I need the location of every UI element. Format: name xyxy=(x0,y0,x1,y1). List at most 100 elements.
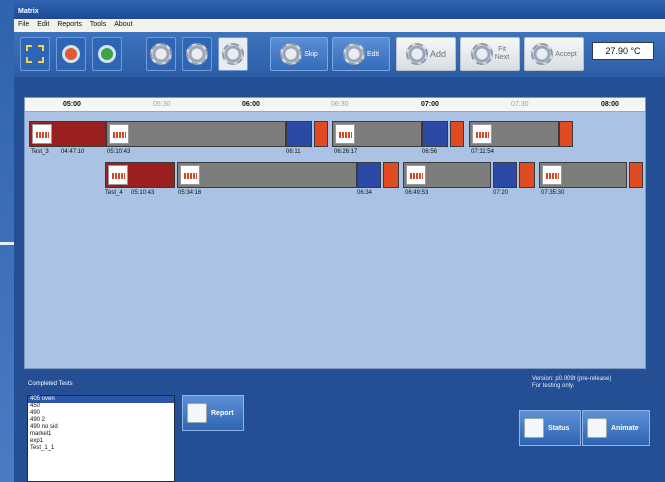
time-ruler: 05:00 05:30 06:00 06:30 07:00 07:30 08:0… xyxy=(25,98,645,112)
settings-a-button[interactable] xyxy=(146,37,176,71)
settings-c-button[interactable] xyxy=(218,37,248,71)
edit-button[interactable]: Edit xyxy=(332,37,390,71)
time-label: 06:56 xyxy=(422,149,438,155)
fit-next-label: Fit Next xyxy=(495,46,509,62)
time-label: 06:49:53 xyxy=(405,190,429,196)
test-start-block[interactable] xyxy=(105,162,175,188)
step-block[interactable] xyxy=(403,162,491,188)
chip-icon xyxy=(109,124,129,144)
ruler-tick: 07:30 xyxy=(511,101,529,108)
gear-check-icon xyxy=(531,43,554,65)
skip-button[interactable]: Skip xyxy=(270,37,328,71)
accept-label: Accept xyxy=(555,50,577,58)
report-label: Report xyxy=(211,409,234,417)
fit-label: Fit xyxy=(498,46,506,53)
testing-note: For testing only. xyxy=(532,383,575,389)
completed-tests-title: Completed Tests xyxy=(28,381,73,387)
menu-tools[interactable]: Tools xyxy=(90,21,106,30)
completed-tests-list[interactable]: 405 oven 450 490 490 2 490 no sid markel… xyxy=(27,395,175,482)
zoom-in-button[interactable] xyxy=(92,37,122,71)
time-label: 07:11:54 xyxy=(471,149,494,155)
film-reel-icon xyxy=(587,418,607,438)
time-label: 04:47:10 xyxy=(61,149,85,155)
chip-icon xyxy=(180,165,200,185)
step-block[interactable] xyxy=(383,162,399,188)
step-block[interactable] xyxy=(469,121,559,147)
list-item[interactable]: 490 2 xyxy=(28,417,174,424)
add-label: Add xyxy=(429,49,446,59)
timeline-panel[interactable]: 05:00 05:30 06:00 06:30 07:00 07:30 08:0… xyxy=(24,97,646,369)
list-item[interactable]: 490 xyxy=(28,410,174,417)
step-block[interactable] xyxy=(286,121,312,147)
test-name-label: Test_3 xyxy=(31,149,49,155)
animate-button[interactable]: Animate xyxy=(582,410,650,446)
step-block[interactable] xyxy=(177,162,357,188)
test-start-block[interactable] xyxy=(29,121,106,147)
list-item[interactable]: exp1 xyxy=(28,438,174,445)
edit-label: Edit xyxy=(366,50,380,58)
list-item[interactable]: 450 xyxy=(28,403,174,410)
step-block[interactable] xyxy=(493,162,517,188)
settings-b-button[interactable] xyxy=(182,37,212,71)
menu-reports[interactable]: Reports xyxy=(57,21,82,30)
test-row-1 xyxy=(25,121,645,147)
toolbar: Skip Edit Add Fit Next Accept 27.90 °C xyxy=(14,32,665,77)
temperature-display: 27.90 °C xyxy=(592,42,654,60)
step-block[interactable] xyxy=(450,121,464,147)
gear-add-icon xyxy=(280,43,303,65)
menu-file[interactable]: File xyxy=(18,21,29,30)
test-row-2 xyxy=(25,162,645,188)
ruler-tick: 05:00 xyxy=(63,101,81,108)
gear-add-icon xyxy=(405,43,428,65)
skip-label: Skip xyxy=(304,50,318,58)
accept-button[interactable]: Accept xyxy=(524,37,584,71)
chip-icon xyxy=(32,124,52,144)
step-block[interactable] xyxy=(106,121,286,147)
gear-edit-icon xyxy=(342,43,365,65)
menu-about[interactable]: About xyxy=(114,21,132,30)
step-block[interactable] xyxy=(357,162,381,188)
zoom-out-button[interactable] xyxy=(56,37,86,71)
time-label: 05:10:43 xyxy=(107,149,131,155)
gear-icon xyxy=(150,43,172,65)
zoom-out-icon xyxy=(62,45,80,63)
time-label: 07:35:30 xyxy=(541,190,565,196)
status-label: Status xyxy=(548,424,570,432)
chip-icon xyxy=(406,165,426,185)
window-title: Matrix xyxy=(18,8,39,15)
fit-next-button[interactable]: Fit Next xyxy=(460,37,520,71)
ruler-tick: 06:00 xyxy=(242,101,260,108)
list-item[interactable]: 490 no sid xyxy=(28,424,174,431)
time-label: 06:34 xyxy=(357,190,373,196)
list-item[interactable]: markel1 xyxy=(28,431,174,438)
next-label: Next xyxy=(494,54,510,61)
step-block[interactable] xyxy=(314,121,328,147)
ruler-tick: 08:00 xyxy=(601,101,619,108)
step-block[interactable] xyxy=(629,162,643,188)
ruler-tick: 06:30 xyxy=(331,101,349,108)
chip-icon xyxy=(472,124,492,144)
zoom-fit-icon xyxy=(26,45,44,63)
version-info: Version: p0.009t (pre-release) For testi… xyxy=(532,376,611,390)
menu-edit[interactable]: Edit xyxy=(37,21,49,30)
step-block[interactable] xyxy=(422,121,448,147)
list-item[interactable]: Test_1_1 xyxy=(28,445,174,452)
chip-icon xyxy=(108,165,128,185)
test-name-label: Test_4 xyxy=(105,190,123,196)
add-button[interactable]: Add xyxy=(396,37,456,71)
report-button[interactable]: Report xyxy=(182,395,244,431)
step-block[interactable] xyxy=(559,121,573,147)
status-button[interactable]: Status xyxy=(519,410,581,446)
title-bar: Matrix xyxy=(14,4,665,19)
info-icon xyxy=(524,418,544,438)
desktop-divider xyxy=(0,242,14,245)
step-block[interactable] xyxy=(519,162,535,188)
list-item[interactable]: 405 oven xyxy=(28,396,174,403)
zoom-fit-button[interactable] xyxy=(20,37,50,71)
step-block[interactable] xyxy=(539,162,627,188)
time-label: 07:20 xyxy=(493,190,509,196)
step-block[interactable] xyxy=(332,121,422,147)
time-label: 05:10:43 xyxy=(131,190,155,196)
version-text: Version: p0.009t (pre-release) xyxy=(532,376,612,382)
report-chart-icon xyxy=(187,403,207,423)
